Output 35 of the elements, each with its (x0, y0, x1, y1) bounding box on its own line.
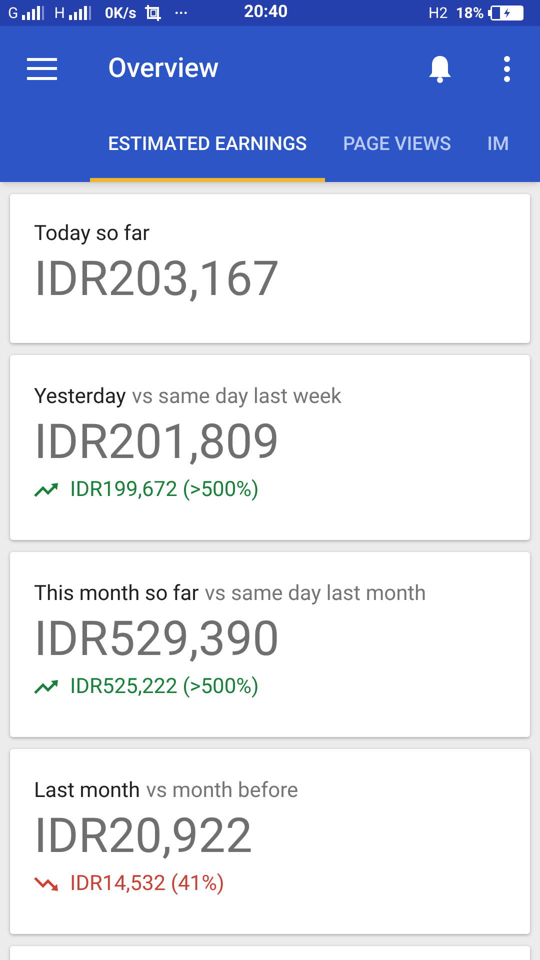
earnings-amount: IDR201,809 (34, 412, 280, 470)
comparison-text: vs same day last week (132, 384, 342, 408)
menu-icon[interactable] (27, 58, 57, 80)
trending-up-icon (34, 482, 60, 498)
change-text: IDR14,532 (41%) (70, 870, 224, 898)
change-text: IDR199,672 (>500%) (70, 476, 259, 504)
signal-icon (68, 6, 93, 20)
tab[interactable]: PAGE VIEWS (324, 112, 470, 182)
card-label: This month so far (34, 582, 199, 606)
trending-down-icon (34, 876, 60, 892)
comparison-text: vs same day last month (204, 582, 426, 606)
app-bar-title: Overview (108, 51, 219, 86)
comparison-text: vs month before (146, 778, 298, 802)
battery-icon (488, 4, 524, 21)
more-options-icon[interactable] (503, 56, 511, 82)
card-label: Yesterday (34, 384, 126, 408)
earnings-amount: IDR203,167 (34, 250, 280, 308)
notification-bell-icon[interactable] (427, 54, 453, 84)
screenshot-icon (144, 4, 162, 22)
earnings-amount: IDR20,922 (34, 806, 254, 864)
change-text: IDR525,222 (>500%) (70, 674, 259, 700)
card-label: Last month (34, 778, 140, 802)
tab[interactable]: IM (469, 112, 528, 182)
earnings-amount: IDR529,390 (34, 610, 280, 668)
network-label: H (54, 2, 65, 24)
card-label: Today so far (34, 222, 150, 246)
speed-text: 0K/s (104, 2, 136, 24)
signal-icon (22, 6, 46, 20)
more-notifications: ··· (174, 2, 188, 24)
trending-up-icon (34, 679, 60, 696)
tab[interactable]: ESTIMATED EARNINGS (90, 112, 325, 182)
clock: 20:40 (244, 1, 288, 24)
battery-percent: 18% (456, 2, 484, 24)
network-label: H2 (428, 2, 448, 24)
network-label: G (8, 2, 18, 24)
